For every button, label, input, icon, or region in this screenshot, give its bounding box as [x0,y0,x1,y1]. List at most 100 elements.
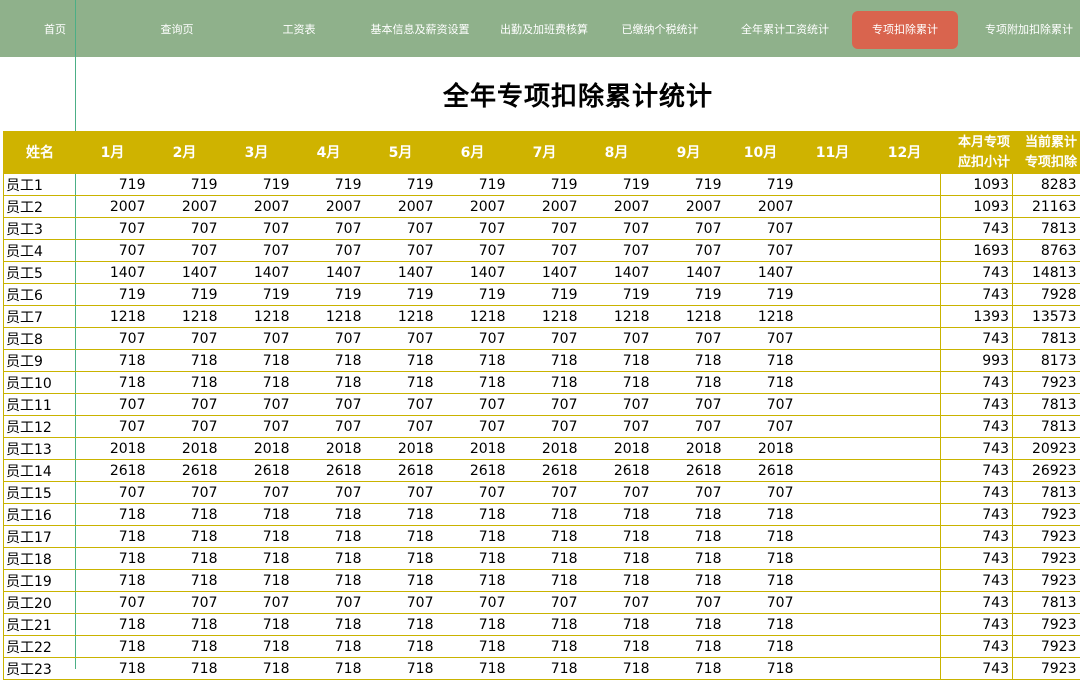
cell-month-value[interactable]: 707 [652,393,725,416]
cell-cumulative-total[interactable]: 8173 [1012,349,1080,372]
cell-month-value[interactable]: 718 [364,635,437,658]
cell-month-value[interactable]: 2007 [220,195,293,218]
cell-month-value[interactable]: 2018 [292,437,365,460]
cell-month-value[interactable]: 707 [220,217,293,240]
nav-item-3[interactable]: 工资表 [262,11,336,49]
cell-cumulative-total[interactable]: 7813 [1012,415,1080,438]
cell-month-value[interactable]: 718 [292,349,365,372]
cell-employee-name[interactable]: 员工19 [3,569,77,592]
cell-month-value[interactable]: 2618 [580,459,653,482]
cell-month-value[interactable] [868,371,941,394]
cell-month-value[interactable]: 718 [724,525,797,548]
cell-month-value[interactable] [868,613,941,636]
cell-month-value[interactable]: 718 [148,349,221,372]
cell-month-value[interactable]: 707 [76,217,149,240]
cell-month-value[interactable]: 719 [652,174,725,196]
cell-current-subtotal[interactable]: 743 [940,525,1013,548]
cell-cumulative-total[interactable]: 7923 [1012,635,1080,658]
cell-month-value[interactable]: 719 [220,174,293,196]
cell-month-value[interactable]: 707 [652,239,725,262]
cell-month-value[interactable]: 707 [292,217,365,240]
cell-cumulative-total[interactable]: 7923 [1012,371,1080,394]
cell-month-value[interactable] [868,525,941,548]
cell-month-value[interactable] [796,305,869,328]
cell-month-value[interactable]: 718 [724,613,797,636]
cell-month-value[interactable]: 718 [580,371,653,394]
cell-cumulative-total[interactable]: 7813 [1012,393,1080,416]
cell-month-value[interactable]: 718 [292,547,365,570]
cell-month-value[interactable]: 2007 [724,195,797,218]
cell-month-value[interactable]: 718 [364,525,437,548]
cell-cumulative-total[interactable]: 7923 [1012,569,1080,592]
nav-item-1[interactable]: 首页 [20,11,90,49]
cell-month-value[interactable]: 707 [292,393,365,416]
cell-month-value[interactable]: 1407 [76,261,149,284]
cell-month-value[interactable]: 718 [292,503,365,526]
cell-month-value[interactable] [796,283,869,306]
cell-month-value[interactable]: 718 [508,569,581,592]
cell-month-value[interactable]: 707 [76,415,149,438]
cell-month-value[interactable]: 1218 [148,305,221,328]
cell-month-value[interactable]: 707 [652,327,725,350]
cell-month-value[interactable]: 2007 [436,195,509,218]
cell-month-value[interactable]: 707 [220,239,293,262]
cell-employee-name[interactable]: 员工9 [3,349,77,372]
cell-month-value[interactable]: 718 [292,613,365,636]
cell-month-value[interactable]: 719 [580,174,653,196]
cell-month-value[interactable]: 707 [436,393,509,416]
cell-month-value[interactable]: 718 [724,371,797,394]
cell-month-value[interactable]: 718 [508,635,581,658]
cell-month-value[interactable]: 718 [220,569,293,592]
cell-month-value[interactable]: 2018 [148,437,221,460]
cell-month-value[interactable]: 2618 [724,459,797,482]
nav-item-9[interactable]: 专项附加扣除累计 [978,11,1080,49]
cell-month-value[interactable]: 718 [652,613,725,636]
cell-month-value[interactable]: 707 [724,591,797,614]
cell-month-value[interactable] [868,635,941,658]
cell-month-value[interactable]: 707 [580,591,653,614]
cell-month-value[interactable] [868,327,941,350]
cell-month-value[interactable]: 2018 [652,437,725,460]
cell-month-value[interactable]: 2618 [220,459,293,482]
cell-month-value[interactable]: 718 [148,547,221,570]
cell-month-value[interactable]: 707 [292,327,365,350]
cell-month-value[interactable]: 2618 [292,459,365,482]
cell-month-value[interactable]: 719 [580,283,653,306]
cell-month-value[interactable] [868,569,941,592]
cell-month-value[interactable] [796,239,869,262]
cell-month-value[interactable]: 707 [364,591,437,614]
cell-month-value[interactable]: 2018 [436,437,509,460]
cell-month-value[interactable]: 707 [436,217,509,240]
cell-month-value[interactable]: 2618 [76,459,149,482]
cell-month-value[interactable] [868,591,941,614]
cell-cumulative-total[interactable]: 13573 [1012,305,1080,328]
cell-current-subtotal[interactable]: 1393 [940,305,1013,328]
cell-month-value[interactable]: 707 [580,327,653,350]
cell-month-value[interactable] [796,349,869,372]
cell-cumulative-total[interactable]: 7923 [1012,547,1080,570]
cell-month-value[interactable]: 707 [724,415,797,438]
cell-current-subtotal[interactable]: 743 [940,261,1013,284]
cell-month-value[interactable]: 2007 [364,195,437,218]
cell-month-value[interactable]: 1407 [724,261,797,284]
cell-month-value[interactable] [868,437,941,460]
cell-month-value[interactable]: 718 [508,349,581,372]
cell-month-value[interactable]: 707 [724,217,797,240]
cell-month-value[interactable]: 1407 [436,261,509,284]
cell-month-value[interactable]: 718 [76,547,149,570]
cell-month-value[interactable]: 707 [580,481,653,504]
cell-cumulative-total[interactable]: 14813 [1012,261,1080,284]
cell-month-value[interactable]: 718 [652,349,725,372]
cell-month-value[interactable] [868,261,941,284]
cell-month-value[interactable]: 718 [292,525,365,548]
cell-cumulative-total[interactable]: 8763 [1012,239,1080,262]
cell-month-value[interactable]: 719 [148,283,221,306]
cell-month-value[interactable]: 707 [580,217,653,240]
cell-month-value[interactable]: 707 [220,393,293,416]
cell-month-value[interactable]: 1218 [508,305,581,328]
cell-month-value[interactable]: 718 [76,613,149,636]
cell-month-value[interactable] [868,305,941,328]
cell-month-value[interactable]: 2018 [724,437,797,460]
cell-month-value[interactable]: 1407 [508,261,581,284]
cell-month-value[interactable]: 718 [436,525,509,548]
